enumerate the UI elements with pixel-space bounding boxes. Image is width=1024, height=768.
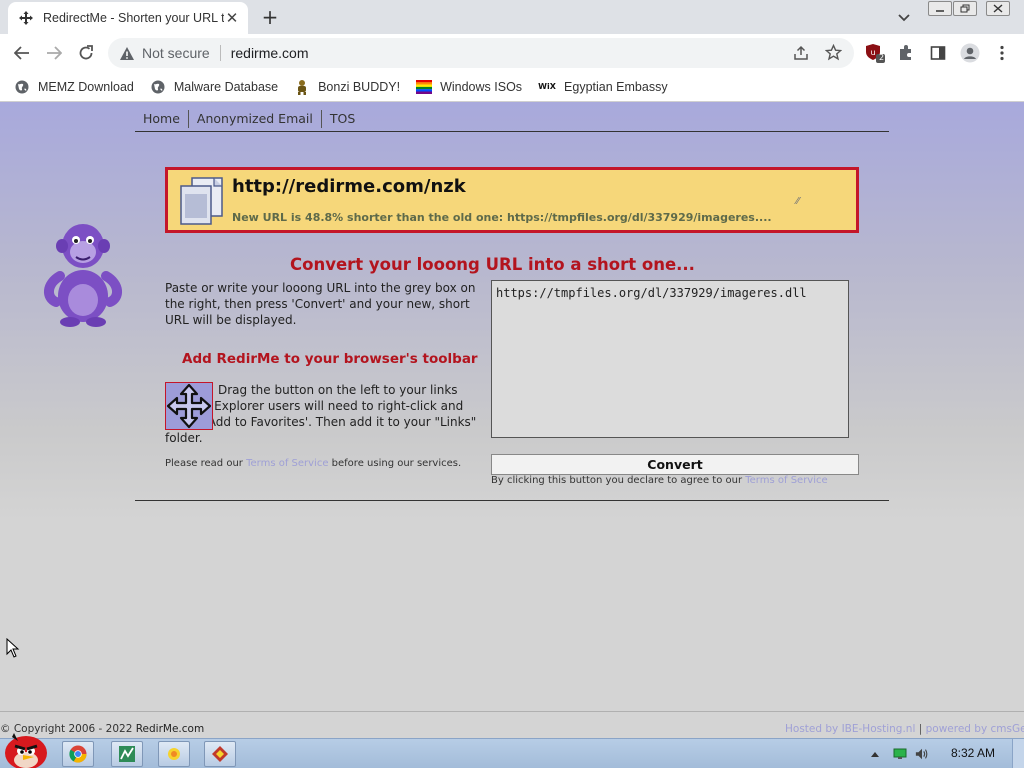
powered-by-link[interactable]: powered by cmsGear — [926, 723, 1024, 735]
convert-heading: Convert your looong URL into a short one… — [290, 255, 695, 274]
extensions-puzzle-icon[interactable] — [895, 42, 917, 64]
bookmark-windows-isos[interactable]: Windows ISOs — [416, 79, 522, 95]
drag-instructions-text: Drag the button on the left to your link… — [165, 383, 477, 445]
bookmark-memz[interactable]: MEMZ Download — [14, 79, 134, 95]
taskbar-app-green[interactable] — [111, 741, 143, 767]
kebab-menu-icon[interactable] — [991, 42, 1013, 64]
hosting-credits: Hosted by IBE-Hosting.nl | powered by cm… — [785, 723, 1024, 735]
taskbar-app-red[interactable] — [204, 741, 236, 767]
wix-icon: WiX — [538, 82, 556, 91]
tab-redirectme[interactable]: RedirectMe - Shorten your URL t ✕ — [8, 2, 248, 34]
bookmark-label: Bonzi BUDDY! — [318, 79, 401, 94]
bonzi-buddy-image — [40, 212, 126, 328]
taskbar-app-yellow[interactable] — [158, 741, 190, 767]
copyright-brand: RedirMe.com — [135, 723, 205, 735]
bookmarks-bar: MEMZ Download Malware Database Bonzi BUD… — [0, 72, 1024, 102]
convert-disclaimer-prefix: By clicking this button you declare to a… — [491, 475, 746, 486]
terms-of-service-link[interactable]: Terms of Service — [745, 475, 827, 486]
short-url-note: New URL is 48.8% shorter than the old on… — [232, 211, 772, 224]
extension-badge: 2 — [879, 53, 885, 62]
ublock-extension-icon[interactable]: u 2 — [864, 42, 886, 64]
chevron-down-icon[interactable] — [894, 9, 914, 27]
profile-avatar-icon[interactable] — [959, 42, 981, 64]
bookmark-label: Windows ISOs — [440, 79, 523, 94]
taskbar-clock[interactable]: 8:32 AM — [951, 746, 995, 760]
move-arrows-icon — [18, 10, 34, 26]
address-url[interactable]: redirme.com — [231, 45, 309, 61]
bookmark-bonzi-buddy[interactable]: Bonzi BUDDY! — [294, 79, 400, 95]
taskbar-chrome[interactable] — [62, 741, 94, 767]
address-bar[interactable]: Not secure redirme.com — [108, 38, 854, 68]
toolbar-heading: Add RedirMe to your browser's toolbar — [182, 351, 478, 367]
show-desktop-button[interactable] — [1012, 739, 1024, 768]
page-content: Home Anonymized Email TOS http://redirme… — [0, 102, 1024, 738]
star-icon[interactable] — [824, 43, 842, 61]
separator: | — [918, 723, 923, 735]
diamond-app-icon — [212, 746, 228, 762]
side-panel-icon[interactable] — [927, 42, 949, 64]
share-icon[interactable] — [792, 44, 810, 62]
globe-icon — [14, 79, 30, 95]
site-nav: Home Anonymized Email TOS — [135, 106, 889, 132]
nav-tos[interactable]: TOS — [322, 110, 363, 128]
reload-button[interactable] — [74, 41, 98, 65]
read-terms-text: Please read our Terms of Service before … — [165, 458, 461, 469]
read-terms-prefix: Please read our — [165, 458, 247, 469]
bookmark-malware-database[interactable]: Malware Database — [150, 79, 278, 95]
instructions-text: Paste or write your looong URL into the … — [165, 281, 476, 327]
read-terms-suffix: before using our services. — [328, 458, 462, 469]
bookmark-label: Egyptian Embassy — [564, 79, 668, 94]
warning-icon[interactable] — [118, 44, 136, 62]
bookmark-label: Malware Database — [173, 79, 279, 94]
tab-strip: RedirectMe - Shorten your URL t ✕ + — [0, 0, 1024, 34]
divider — [135, 500, 889, 501]
short-url-result: http://redirme.com/nzk New URL is 48.8% … — [165, 167, 859, 233]
convert-button[interactable]: Convert — [491, 454, 859, 475]
convert-disclaimer: By clicking this button you declare to a… — [491, 475, 828, 486]
copy-documents-icon[interactable] — [178, 176, 226, 226]
svg-text:u: u — [870, 48, 875, 57]
start-button-angry-bird-icon[interactable] — [0, 731, 52, 768]
bonzi-icon — [294, 79, 310, 95]
new-tab-button[interactable]: + — [258, 5, 282, 29]
windows-flag-icon — [416, 79, 433, 95]
chrome-icon — [69, 745, 87, 763]
tab-title: RedirectMe - Shorten your URL t — [43, 11, 224, 25]
security-label: Not secure — [142, 45, 210, 61]
bookmark-egyptian-embassy[interactable]: WiX Egyptian Embassy — [538, 79, 668, 95]
short-url-text[interactable]: http://redirme.com/nzk — [232, 176, 466, 197]
terms-of-service-link[interactable]: Terms of Service — [246, 458, 328, 469]
bookmark-label: MEMZ Download — [38, 79, 134, 94]
divider — [219, 45, 221, 61]
sun-app-icon — [168, 748, 180, 760]
resize-grip-icon[interactable]: ⁄⁄ — [796, 196, 799, 207]
chart-app-icon — [119, 746, 135, 762]
back-button[interactable] — [10, 41, 34, 65]
tray-expand-icon[interactable] — [868, 747, 882, 761]
mouse-cursor-icon — [6, 637, 20, 658]
close-icon[interactable]: ✕ — [224, 9, 240, 27]
nav-anonymized-email[interactable]: Anonymized Email — [189, 109, 322, 128]
maximize-button[interactable] — [953, 1, 977, 16]
hosted-by-link[interactable]: Hosted by IBE-Hosting.nl — [785, 723, 915, 735]
globe-icon — [150, 79, 166, 95]
network-icon[interactable] — [893, 747, 907, 761]
move-arrows-icon — [166, 383, 212, 429]
window-close-button[interactable] — [986, 1, 1010, 16]
minimize-button[interactable] — [928, 1, 952, 16]
bookmarklet-drag-button[interactable] — [165, 382, 213, 430]
volume-icon[interactable] — [915, 747, 929, 761]
forward-button[interactable] — [42, 41, 66, 65]
long-url-input[interactable]: https://tmpfiles.org/dl/337929/imageres.… — [491, 280, 849, 438]
nav-home[interactable]: Home — [135, 109, 189, 128]
divider — [0, 711, 1024, 712]
browser-toolbar: Not secure redirme.com u 2 — [0, 34, 1024, 72]
windows-taskbar: 8:32 AM — [0, 733, 1024, 768]
